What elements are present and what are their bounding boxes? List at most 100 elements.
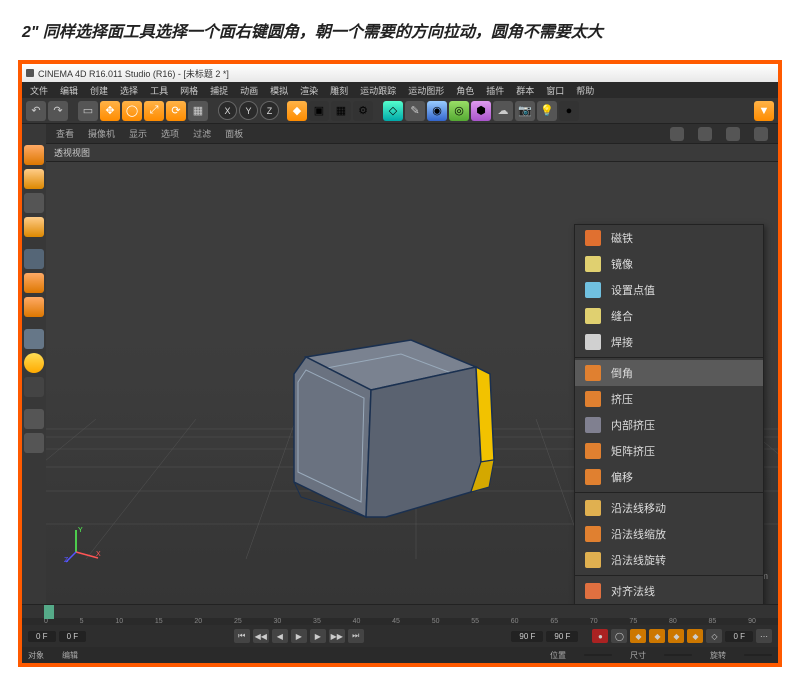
generator-tool[interactable]: ◎ <box>449 101 469 121</box>
ctx-对齐法线[interactable]: 对齐法线 <box>575 578 763 604</box>
menu-网格[interactable]: 网格 <box>180 84 198 97</box>
menu-群本[interactable]: 群本 <box>516 84 534 97</box>
menu-角色[interactable]: 角色 <box>456 84 474 97</box>
ctx-挤压[interactable]: 挤压 <box>575 386 763 412</box>
timeline-playhead[interactable] <box>44 605 54 619</box>
menu-选择[interactable]: 选择 <box>120 84 138 97</box>
menu-插件[interactable]: 插件 <box>486 84 504 97</box>
menu-帮助[interactable]: 帮助 <box>576 84 594 97</box>
camera-tool[interactable]: 📷 <box>515 101 535 121</box>
prev-frame[interactable]: ◀ <box>272 629 288 643</box>
select-tool[interactable]: ▭ <box>78 101 98 121</box>
vp-nav-4[interactable] <box>754 127 768 141</box>
ctx-沿法线旋转[interactable]: 沿法线旋转 <box>575 547 763 573</box>
light-tool[interactable]: 💡 <box>537 101 557 121</box>
ctx-沿法线移动[interactable]: 沿法线移动 <box>575 495 763 521</box>
texture-mode[interactable] <box>24 193 44 213</box>
frame-total[interactable]: 0 F <box>725 631 753 642</box>
y-axis-lock[interactable]: Y <box>239 101 258 120</box>
autokey-button[interactable]: ◯ <box>611 629 627 643</box>
vp-nav-2[interactable] <box>698 127 712 141</box>
key-param[interactable]: ◆ <box>687 629 703 643</box>
menu-运动跟踪[interactable]: 运动跟踪 <box>360 84 396 97</box>
polygon-mode[interactable] <box>24 297 44 317</box>
current-frame[interactable]: 0 F <box>59 631 87 642</box>
key-opts[interactable]: ⋯ <box>756 629 772 643</box>
ctx-倒角[interactable]: 倒角 <box>575 360 763 386</box>
pen-tool[interactable]: ✎ <box>405 101 425 121</box>
last-tool[interactable]: ▦ <box>188 101 208 121</box>
key-rot[interactable]: ◆ <box>668 629 684 643</box>
menu-渲染[interactable]: 渲染 <box>300 84 318 97</box>
extra-mode-1[interactable] <box>24 409 44 429</box>
viewtab-查看[interactable]: 查看 <box>56 127 74 140</box>
ctx-沿法线缩放[interactable]: 沿法线缩放 <box>575 521 763 547</box>
end-frame[interactable]: 90 F <box>511 631 543 642</box>
rotate-tool[interactable]: ⟳ <box>166 101 186 121</box>
ctx-焊接[interactable]: 焊接 <box>575 329 763 355</box>
key-pos[interactable]: ◆ <box>630 629 646 643</box>
layout-button[interactable]: ▼ <box>754 101 774 121</box>
viewport-menu[interactable]: 查看 摄像机 显示 选项 过滤 面板 <box>46 124 778 144</box>
nurbs-tool[interactable]: ◉ <box>427 101 447 121</box>
workplane-mode[interactable] <box>24 217 44 237</box>
menu-模拟[interactable]: 模拟 <box>270 84 288 97</box>
scale-tool[interactable]: ⤢ <box>144 101 164 121</box>
menu-文件[interactable]: 文件 <box>30 84 48 97</box>
viewtab-面板[interactable]: 面板 <box>225 127 243 140</box>
viewtab-显示[interactable]: 显示 <box>129 127 147 140</box>
render-view[interactable]: ▣ <box>309 101 329 121</box>
start-frame[interactable]: 0 F <box>28 631 56 642</box>
ctx-缝合[interactable]: 缝合 <box>575 303 763 329</box>
ctx-磁铁[interactable]: 磁铁 <box>575 225 763 251</box>
undo-button[interactable]: ↶ <box>26 101 46 121</box>
ctx-镜像[interactable]: 镜像 <box>575 251 763 277</box>
snap-toggle[interactable] <box>24 353 44 373</box>
deformer-tool[interactable]: ⬢ <box>471 101 491 121</box>
ctx-矩阵挤压[interactable]: 矩阵挤压 <box>575 438 763 464</box>
menu-捕捉[interactable]: 捕捉 <box>210 84 228 97</box>
viewtab-选项[interactable]: 选项 <box>161 127 179 140</box>
main-menubar[interactable]: 文件编辑创建选择工具网格捕捉动画模拟渲染雕刻运动跟踪运动图形角色插件群本窗口帮助 <box>22 82 778 98</box>
viewtab-过滤[interactable]: 过滤 <box>193 127 211 140</box>
menu-编辑[interactable]: 编辑 <box>60 84 78 97</box>
menu-工具[interactable]: 工具 <box>150 84 168 97</box>
menu-雕刻[interactable]: 雕刻 <box>330 84 348 97</box>
z-axis-lock[interactable]: Z <box>260 101 279 120</box>
extra-mode-2[interactable] <box>24 433 44 453</box>
menu-动画[interactable]: 动画 <box>240 84 258 97</box>
ctx-设置点值[interactable]: 设置点值 <box>575 277 763 303</box>
key-pla[interactable]: ◇ <box>706 629 722 643</box>
step-back[interactable]: ◀◀ <box>253 629 269 643</box>
vp-nav-3[interactable] <box>726 127 740 141</box>
menu-创建[interactable]: 创建 <box>90 84 108 97</box>
next-frame[interactable]: ▶ <box>310 629 326 643</box>
render-pv[interactable]: ▦ <box>331 101 351 121</box>
goto-start[interactable]: ⏮ <box>234 629 250 643</box>
play-button[interactable]: ▶ <box>291 629 307 643</box>
viewport-solo[interactable] <box>24 377 44 397</box>
redo-button[interactable]: ↷ <box>48 101 68 121</box>
model-mode[interactable] <box>24 169 44 189</box>
point-mode[interactable] <box>24 249 44 269</box>
extra-tool[interactable]: ● <box>559 101 579 121</box>
record-button[interactable]: ● <box>592 629 608 643</box>
viewtab-摄像机[interactable]: 摄像机 <box>88 127 115 140</box>
vp-nav-1[interactable] <box>670 127 684 141</box>
menu-运动图形[interactable]: 运动图形 <box>408 84 444 97</box>
environment-tool[interactable]: ☁ <box>493 101 513 121</box>
timeline[interactable] <box>22 604 778 618</box>
key-scale[interactable]: ◆ <box>649 629 665 643</box>
step-fwd[interactable]: ▶▶ <box>329 629 345 643</box>
move-tool[interactable]: ✥ <box>100 101 120 121</box>
render-settings[interactable]: ⚙ <box>353 101 373 121</box>
edge-mode[interactable] <box>24 273 44 293</box>
live-select-tool[interactable]: ◯ <box>122 101 142 121</box>
cube-primitive[interactable]: ◇ <box>383 101 403 121</box>
enable-axis[interactable] <box>24 329 44 349</box>
ctx-偏移[interactable]: 偏移 <box>575 464 763 490</box>
end-frame-2[interactable]: 90 F <box>546 631 578 642</box>
coord-system[interactable]: ◆ <box>287 101 307 121</box>
ctx-内部挤压[interactable]: 内部挤压 <box>575 412 763 438</box>
goto-end[interactable]: ⏭ <box>348 629 364 643</box>
